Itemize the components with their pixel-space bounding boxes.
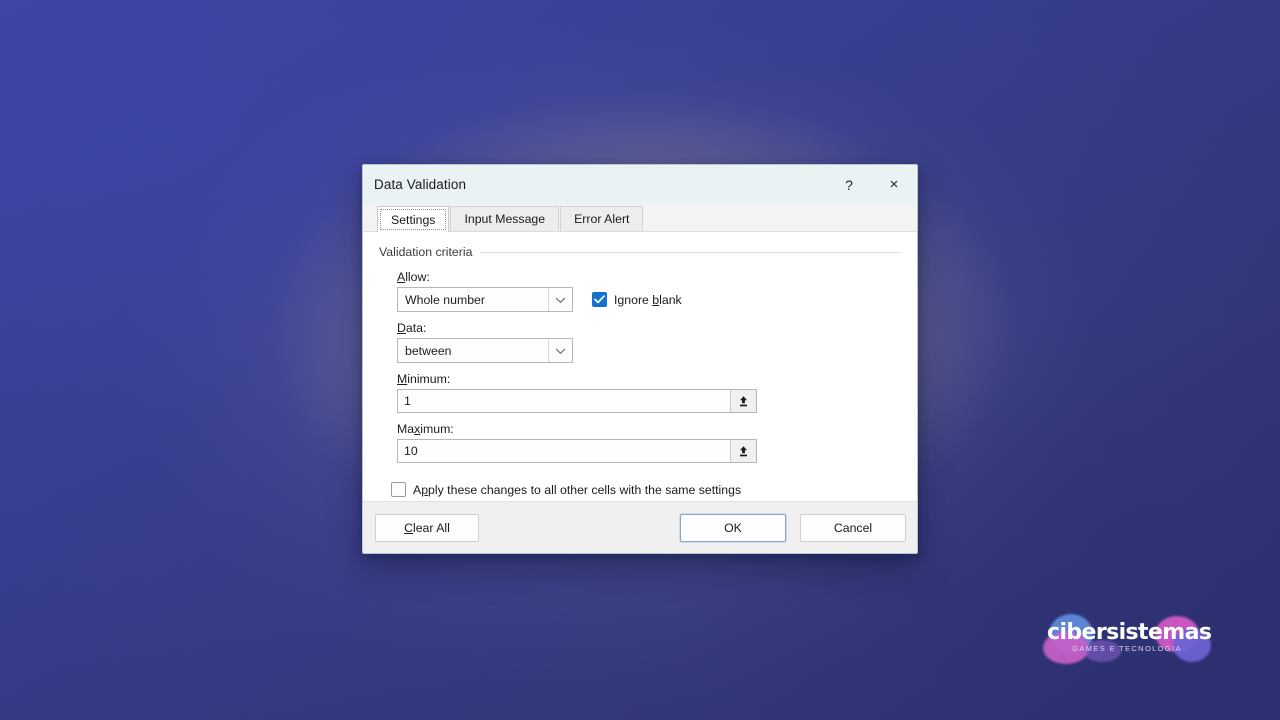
group-divider	[480, 251, 901, 253]
close-icon[interactable]: ×	[871, 165, 917, 204]
data-value: between	[405, 343, 452, 358]
cibersistemas-logo: cibersistemas GAMES E TECNOLOGIA	[1043, 610, 1212, 664]
dialog-tabstrip: Settings Input Message Error Alert	[363, 204, 917, 232]
validation-criteria-fields: Allow: Whole number Ignore blank Data: b…	[379, 270, 901, 463]
data-select[interactable]: between	[397, 338, 573, 363]
ignore-blank-checkbox-row[interactable]: Ignore blank	[592, 292, 682, 307]
ignore-blank-label: Ignore blank	[614, 292, 682, 307]
cancel-button[interactable]: Cancel	[800, 514, 906, 542]
apply-all-checkbox[interactable]	[391, 482, 406, 497]
group-label: Validation criteria	[379, 245, 473, 259]
titlebar-controls: ? ×	[827, 165, 917, 204]
settings-tab-panel: Validation criteria Allow: Whole number …	[363, 232, 917, 501]
data-row: between	[397, 338, 901, 363]
allow-label: Allow:	[397, 270, 430, 284]
ok-button[interactable]: OK	[680, 514, 786, 542]
help-icon[interactable]: ?	[827, 165, 871, 204]
chevron-down-icon	[548, 339, 572, 362]
dialog-footer: Clear All OK Cancel	[363, 501, 917, 553]
data-label: Data:	[397, 321, 427, 335]
minimum-field-wrapper: 1	[397, 389, 757, 413]
minimum-input[interactable]: 1	[398, 390, 730, 412]
logo-tagline: GAMES E TECNOLOGIA	[1072, 644, 1182, 653]
maximum-field-wrapper: 10	[397, 439, 757, 463]
apply-all-label: Apply these changes to all other cells w…	[413, 482, 742, 497]
ignore-blank-checkbox[interactable]	[592, 292, 607, 307]
logo-wordmark: cibersistemas	[1047, 620, 1212, 645]
clear-all-button[interactable]: Clear All	[375, 514, 479, 542]
validation-criteria-group-header: Validation criteria	[379, 245, 901, 259]
dialog-title: Data Validation	[374, 177, 467, 192]
dialog-titlebar: Data Validation ? ×	[363, 165, 917, 204]
minimum-label: Minimum:	[397, 372, 451, 386]
allow-row: Whole number Ignore blank	[397, 287, 901, 312]
collapse-dialog-icon[interactable]	[730, 440, 756, 462]
allow-value: Whole number	[405, 292, 485, 307]
chevron-down-icon	[548, 288, 572, 311]
data-validation-dialog: Data Validation ? × Settings Input Messa…	[362, 164, 918, 554]
allow-select[interactable]: Whole number	[397, 287, 573, 312]
footer-action-buttons: OK Cancel	[680, 514, 906, 542]
apply-all-checkbox-row[interactable]: Apply these changes to all other cells w…	[391, 482, 901, 497]
maximum-label: Maximum:	[397, 422, 454, 436]
tab-input-message[interactable]: Input Message	[450, 206, 560, 231]
collapse-dialog-icon[interactable]	[730, 390, 756, 412]
tab-error-alert[interactable]: Error Alert	[560, 206, 644, 231]
tab-settings[interactable]: Settings	[377, 206, 450, 232]
maximum-input[interactable]: 10	[398, 440, 730, 462]
